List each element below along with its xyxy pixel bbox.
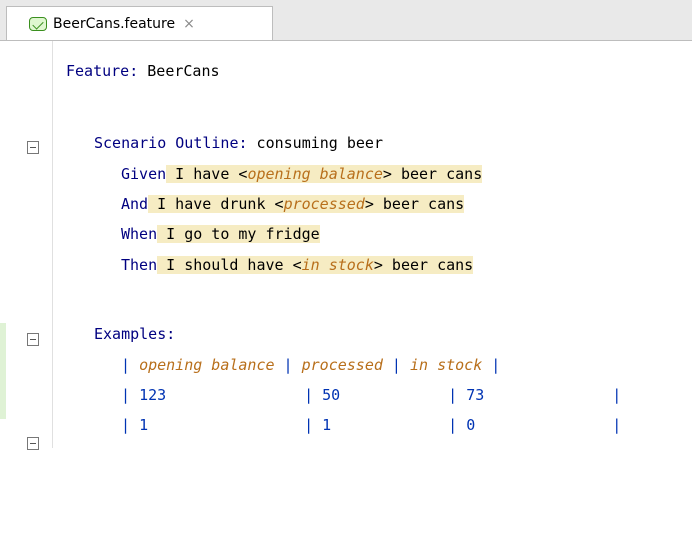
table-header-row: | opening balance | processed | in stock… <box>121 356 501 374</box>
step-keyword: Given <box>121 165 167 183</box>
step-line: Given I have <opening balance> beer cans <box>121 162 483 186</box>
step-text: I have < <box>166 165 248 183</box>
examples-keyword: Examples: <box>94 325 176 343</box>
change-marker <box>0 323 6 419</box>
tab-label: BeerCans.feature <box>53 15 176 32</box>
step-line: And I have drunk <processed> beer cans <box>121 192 465 216</box>
step-text: > beer cans <box>373 256 474 274</box>
feature-line: Feature: BeerCans <box>66 59 220 83</box>
table-row: | 123 | 50 | 73 | <box>121 383 621 407</box>
scenario-keyword: Scenario Outline: <box>94 134 248 152</box>
tab-beercans-feature[interactable]: BeerCans.feature × <box>6 6 273 40</box>
step-keyword: And <box>121 195 149 213</box>
table-header-cell: in stock <box>410 356 483 374</box>
scenario-name: consuming beer <box>247 134 383 152</box>
step-line: When I go to my fridge <box>121 222 320 246</box>
table-cell: 1 <box>139 416 149 434</box>
step-text: I go to my fridge <box>157 225 320 243</box>
close-icon[interactable]: × <box>183 16 195 32</box>
step-parameter: opening balance <box>247 165 383 183</box>
step-parameter: processed <box>283 195 365 213</box>
feature-keyword: Feature: <box>66 62 139 80</box>
table-cell: 73 <box>466 386 485 404</box>
examples-line: Examples: <box>94 322 175 346</box>
step-parameter: in stock <box>301 256 374 274</box>
scenario-line: Scenario Outline: consuming beer <box>94 131 383 155</box>
step-keyword: When <box>121 225 158 243</box>
code-editor[interactable]: Feature: BeerCans Scenario Outline: cons… <box>66 59 621 539</box>
step-line: Then I should have <in stock> beer cans <box>121 253 474 277</box>
step-text: I should have < <box>157 256 302 274</box>
table-header-cell: opening balance <box>139 356 275 374</box>
table-cell: 1 <box>322 416 332 434</box>
step-text: I have drunk < <box>148 195 284 213</box>
cucumber-file-icon <box>29 16 47 31</box>
table-cell: 123 <box>139 386 167 404</box>
fold-end-examples-icon[interactable] <box>27 437 39 450</box>
table-cell: 0 <box>466 416 476 434</box>
editor-tab-bar: BeerCans.feature × <box>0 0 692 41</box>
step-text: > beer cans <box>382 165 483 183</box>
step-keyword: Then <box>121 256 158 274</box>
feature-name: BeerCans <box>138 62 220 80</box>
table-row: | 1 | 1 | 0 | <box>121 413 621 437</box>
fold-toggle-examples-icon[interactable] <box>27 333 39 346</box>
table-cell: 50 <box>322 386 341 404</box>
fold-toggle-scenario-icon[interactable] <box>27 141 39 154</box>
step-text: > beer cans <box>364 195 465 213</box>
editor-gutter <box>0 41 53 450</box>
table-header-cell: processed <box>301 356 383 374</box>
